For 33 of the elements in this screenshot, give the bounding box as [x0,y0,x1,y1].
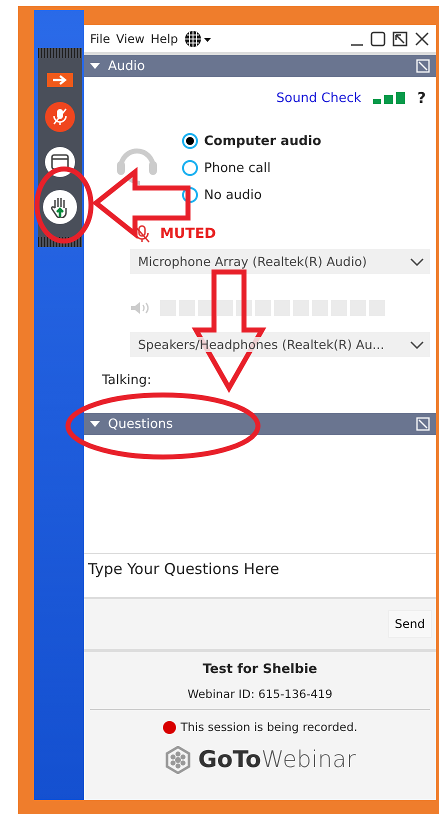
help-link[interactable]: ? [417,89,426,107]
chevron-icon [410,258,424,266]
maximize-icon[interactable] [370,30,386,46]
sound-check-link[interactable]: Sound Check [276,90,362,106]
logo-wordmark: GoToWebinar [198,747,356,773]
menu-item[interactable]: File [90,32,110,46]
mute-microphone-icon[interactable] [45,102,75,132]
radio-option[interactable]: Computer audio [182,133,322,149]
questions-panel-header[interactable]: Questions [84,413,436,435]
undock-icon[interactable] [392,30,408,46]
signal-bars-icon [373,92,406,104]
chevron-icon [410,340,424,348]
recording-dot-icon [162,720,176,734]
radio-option[interactable]: Phone call [182,160,322,176]
muted-status: MUTED [160,226,216,242]
send-button[interactable]: Send [388,610,432,638]
grip-handle[interactable] [38,48,82,58]
audio-panel-header[interactable]: Audio [84,55,436,77]
microphone-dropdown[interactable]: Microphone Array (Realtek(R) Audio) [130,249,430,274]
menu-item[interactable]: View [116,32,145,46]
collapse-triangle-icon[interactable] [90,63,100,69]
raise-hand-icon[interactable] [45,192,75,222]
globe-icon[interactable] [184,30,212,48]
close-icon[interactable] [414,30,430,46]
recording-notice: This session is being recorded. [180,720,358,734]
talking-label: Talking: [101,372,152,388]
speakers-dropdown[interactable]: Speakers/Headphones (Realtek(R) Au... [130,332,430,357]
collapse-triangle-icon[interactable] [90,421,100,427]
logo-icon [164,746,192,774]
menu-item[interactable]: Help [150,32,178,46]
webinar-title: Test for Shelbie [202,662,318,677]
webinar-id: Webinar ID: 615-136-419 [188,687,332,701]
radio-option[interactable]: No audio [182,187,322,203]
